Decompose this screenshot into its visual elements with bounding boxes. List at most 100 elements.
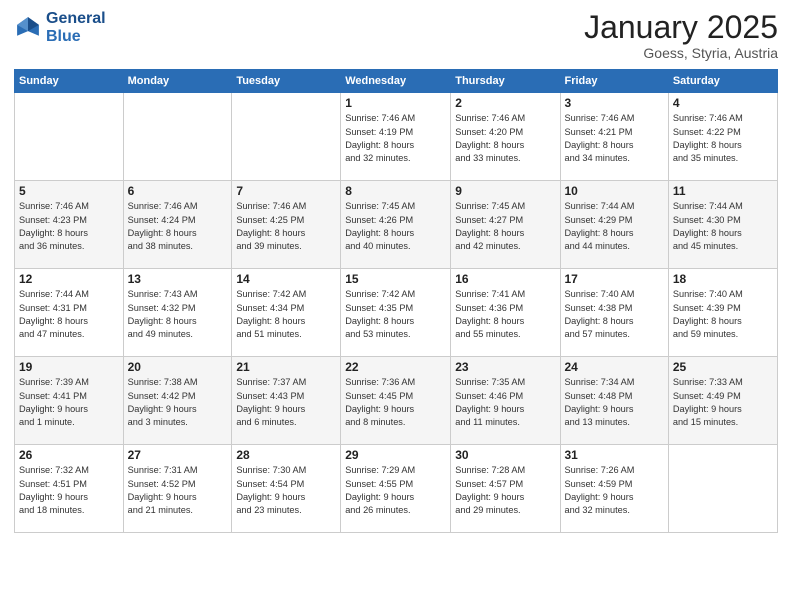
calendar-subtitle: Goess, Styria, Austria: [584, 45, 778, 61]
day-info: Sunrise: 7:46 AM Sunset: 4:24 PM Dayligh…: [128, 200, 228, 253]
day-info: Sunrise: 7:46 AM Sunset: 4:23 PM Dayligh…: [19, 200, 119, 253]
day-info: Sunrise: 7:44 AM Sunset: 4:31 PM Dayligh…: [19, 288, 119, 341]
week-row-4: 19 Sunrise: 7:39 AM Sunset: 4:41 PM Dayli…: [15, 357, 778, 445]
day-number: 10: [565, 184, 664, 198]
day-info: Sunrise: 7:36 AM Sunset: 4:45 PM Dayligh…: [345, 376, 446, 429]
day-info: Sunrise: 7:43 AM Sunset: 4:32 PM Dayligh…: [128, 288, 228, 341]
logo-icon: [14, 14, 42, 42]
day-number: 18: [673, 272, 773, 286]
header-day-monday: Monday: [123, 70, 232, 93]
day-cell: 13 Sunrise: 7:43 AM Sunset: 4:32 PM Dayli…: [123, 269, 232, 357]
day-number: 21: [236, 360, 336, 374]
day-info: Sunrise: 7:38 AM Sunset: 4:42 PM Dayligh…: [128, 376, 228, 429]
day-cell: 18 Sunrise: 7:40 AM Sunset: 4:39 PM Dayli…: [668, 269, 777, 357]
day-info: Sunrise: 7:46 AM Sunset: 4:20 PM Dayligh…: [455, 112, 555, 165]
day-number: 25: [673, 360, 773, 374]
day-cell: 29Sunrise: 7:29 AM Sunset: 4:55 PM Dayli…: [341, 445, 451, 533]
calendar-header-row: SundayMondayTuesdayWednesdayThursdayFrid…: [15, 70, 778, 93]
logo-text: General Blue: [46, 10, 106, 47]
day-cell: 6 Sunrise: 7:46 AM Sunset: 4:24 PM Daylig…: [123, 181, 232, 269]
day-cell: 7Sunrise: 7:46 AM Sunset: 4:25 PM Daylig…: [232, 181, 341, 269]
day-cell: 20 Sunrise: 7:38 AM Sunset: 4:42 PM Dayli…: [123, 357, 232, 445]
day-info: Sunrise: 7:46 AM Sunset: 4:22 PM Dayligh…: [673, 112, 773, 165]
header-day-thursday: Thursday: [451, 70, 560, 93]
day-cell: 16 Sunrise: 7:41 AM Sunset: 4:36 PM Dayli…: [451, 269, 560, 357]
day-info: Sunrise: 7:39 AM Sunset: 4:41 PM Dayligh…: [19, 376, 119, 429]
week-row-2: 5Sunrise: 7:46 AM Sunset: 4:23 PM Daylig…: [15, 181, 778, 269]
day-number: 17: [565, 272, 664, 286]
day-cell: 8 Sunrise: 7:45 AM Sunset: 4:26 PM Daylig…: [341, 181, 451, 269]
week-row-5: 26 Sunrise: 7:32 AM Sunset: 4:51 PM Dayli…: [15, 445, 778, 533]
week-row-1: 1 Sunrise: 7:46 AM Sunset: 4:19 PM Daylig…: [15, 93, 778, 181]
day-info: Sunrise: 7:28 AM Sunset: 4:57 PM Dayligh…: [455, 464, 555, 517]
header-day-friday: Friday: [560, 70, 668, 93]
day-cell: 31Sunrise: 7:26 AM Sunset: 4:59 PM Dayli…: [560, 445, 668, 533]
day-number: 7: [236, 184, 336, 198]
week-row-3: 12Sunrise: 7:44 AM Sunset: 4:31 PM Dayli…: [15, 269, 778, 357]
day-number: 19: [19, 360, 119, 374]
day-number: 26: [19, 448, 119, 462]
day-cell: 5Sunrise: 7:46 AM Sunset: 4:23 PM Daylig…: [15, 181, 124, 269]
day-info: Sunrise: 7:31 AM Sunset: 4:52 PM Dayligh…: [128, 464, 228, 517]
day-cell: [232, 93, 341, 181]
day-cell: 25 Sunrise: 7:33 AM Sunset: 4:49 PM Dayli…: [668, 357, 777, 445]
day-info: Sunrise: 7:41 AM Sunset: 4:36 PM Dayligh…: [455, 288, 555, 341]
day-cell: 21 Sunrise: 7:37 AM Sunset: 4:43 PM Dayli…: [232, 357, 341, 445]
calendar-title: January 2025: [584, 10, 778, 45]
day-number: 1: [345, 96, 446, 110]
day-info: Sunrise: 7:46 AM Sunset: 4:21 PM Dayligh…: [565, 112, 664, 165]
day-cell: [123, 93, 232, 181]
day-info: Sunrise: 7:30 AM Sunset: 4:54 PM Dayligh…: [236, 464, 336, 517]
day-info: Sunrise: 7:37 AM Sunset: 4:43 PM Dayligh…: [236, 376, 336, 429]
day-info: Sunrise: 7:33 AM Sunset: 4:49 PM Dayligh…: [673, 376, 773, 429]
day-number: 15: [345, 272, 446, 286]
day-number: 2: [455, 96, 555, 110]
day-number: 28: [236, 448, 336, 462]
day-number: 30: [455, 448, 555, 462]
day-info: Sunrise: 7:35 AM Sunset: 4:46 PM Dayligh…: [455, 376, 555, 429]
day-cell: 1 Sunrise: 7:46 AM Sunset: 4:19 PM Daylig…: [341, 93, 451, 181]
day-cell: 26 Sunrise: 7:32 AM Sunset: 4:51 PM Dayli…: [15, 445, 124, 533]
day-info: Sunrise: 7:40 AM Sunset: 4:38 PM Dayligh…: [565, 288, 664, 341]
header-day-saturday: Saturday: [668, 70, 777, 93]
day-info: Sunrise: 7:45 AM Sunset: 4:26 PM Dayligh…: [345, 200, 446, 253]
day-cell: [15, 93, 124, 181]
header-day-wednesday: Wednesday: [341, 70, 451, 93]
day-number: 31: [565, 448, 664, 462]
day-number: 4: [673, 96, 773, 110]
day-number: 8: [345, 184, 446, 198]
day-info: Sunrise: 7:40 AM Sunset: 4:39 PM Dayligh…: [673, 288, 773, 341]
day-cell: 11Sunrise: 7:44 AM Sunset: 4:30 PM Dayli…: [668, 181, 777, 269]
day-number: 13: [128, 272, 228, 286]
day-info: Sunrise: 7:46 AM Sunset: 4:19 PM Dayligh…: [345, 112, 446, 165]
day-cell: 22 Sunrise: 7:36 AM Sunset: 4:45 PM Dayli…: [341, 357, 451, 445]
calendar-table: SundayMondayTuesdayWednesdayThursdayFrid…: [14, 69, 778, 533]
day-cell: 28 Sunrise: 7:30 AM Sunset: 4:54 PM Dayli…: [232, 445, 341, 533]
day-info: Sunrise: 7:34 AM Sunset: 4:48 PM Dayligh…: [565, 376, 664, 429]
day-info: Sunrise: 7:44 AM Sunset: 4:29 PM Dayligh…: [565, 200, 664, 253]
day-cell: 27 Sunrise: 7:31 AM Sunset: 4:52 PM Dayli…: [123, 445, 232, 533]
day-cell: 4 Sunrise: 7:46 AM Sunset: 4:22 PM Daylig…: [668, 93, 777, 181]
day-number: 3: [565, 96, 664, 110]
day-cell: 2 Sunrise: 7:46 AM Sunset: 4:20 PM Daylig…: [451, 93, 560, 181]
day-info: Sunrise: 7:32 AM Sunset: 4:51 PM Dayligh…: [19, 464, 119, 517]
day-info: Sunrise: 7:44 AM Sunset: 4:30 PM Dayligh…: [673, 200, 773, 253]
day-cell: 17 Sunrise: 7:40 AM Sunset: 4:38 PM Dayli…: [560, 269, 668, 357]
title-block: January 2025 Goess, Styria, Austria: [584, 10, 778, 61]
day-cell: 15 Sunrise: 7:42 AM Sunset: 4:35 PM Dayli…: [341, 269, 451, 357]
day-cell: 12Sunrise: 7:44 AM Sunset: 4:31 PM Dayli…: [15, 269, 124, 357]
day-number: 27: [128, 448, 228, 462]
day-number: 29: [345, 448, 446, 462]
day-cell: [668, 445, 777, 533]
day-number: 23: [455, 360, 555, 374]
day-info: Sunrise: 7:42 AM Sunset: 4:35 PM Dayligh…: [345, 288, 446, 341]
day-cell: 19 Sunrise: 7:39 AM Sunset: 4:41 PM Dayli…: [15, 357, 124, 445]
day-number: 9: [455, 184, 555, 198]
day-cell: 14Sunrise: 7:42 AM Sunset: 4:34 PM Dayli…: [232, 269, 341, 357]
day-info: Sunrise: 7:45 AM Sunset: 4:27 PM Dayligh…: [455, 200, 555, 253]
day-cell: 9 Sunrise: 7:45 AM Sunset: 4:27 PM Daylig…: [451, 181, 560, 269]
day-number: 20: [128, 360, 228, 374]
day-number: 6: [128, 184, 228, 198]
day-number: 16: [455, 272, 555, 286]
day-number: 22: [345, 360, 446, 374]
